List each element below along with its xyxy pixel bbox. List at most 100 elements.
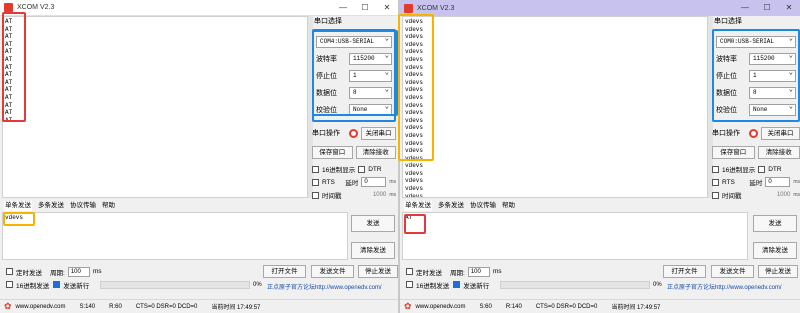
receive-line: vdevs <box>405 33 424 41</box>
rts-checkbox[interactable] <box>712 178 719 186</box>
receive-line: AT <box>5 40 13 48</box>
current-time: 当前时间 17:49:57 <box>611 305 661 311</box>
received-count: R:60 <box>109 303 122 310</box>
sent-count: S:60 <box>479 303 492 310</box>
port-operation-label: 串口操作 <box>312 130 340 137</box>
port-select[interactable]: COM0:USB-SERIAL <box>716 34 796 48</box>
newline-checkbox[interactable] <box>53 281 61 288</box>
tab-protocol[interactable]: 协议传输 <box>470 201 496 211</box>
maximize-icon[interactable]: ☐ <box>756 0 778 16</box>
open-file-button[interactable]: 打开文件 <box>663 265 706 278</box>
delay-input[interactable]: 0 <box>361 177 387 187</box>
hex-display-checkbox[interactable] <box>312 165 319 173</box>
parity-label: 校验位 <box>716 106 737 114</box>
tab-help[interactable]: 帮助 <box>502 201 515 211</box>
send-file-button[interactable]: 发送文件 <box>311 265 354 278</box>
receive-line: vdevs <box>405 147 424 155</box>
send-button[interactable]: 发送 <box>351 215 395 232</box>
dtr-checkbox[interactable] <box>758 165 766 173</box>
period-label: 周期: <box>50 269 65 277</box>
tab-single-send[interactable]: 单条发送 <box>404 201 432 211</box>
data-bits-label: 数据位 <box>716 89 737 97</box>
send-tabs: 单条发送 多条发送 协议传输 帮助 <box>400 201 800 211</box>
app-icon <box>404 3 413 13</box>
period-input[interactable]: 100 <box>67 266 90 277</box>
close-port-button[interactable]: 关闭串口 <box>761 126 800 140</box>
clear-send-button[interactable]: 清除发送 <box>351 242 395 259</box>
data-bits-select[interactable]: 8 <box>749 85 796 99</box>
send-input[interactable]: AT <box>402 212 748 260</box>
timestamp-checkbox[interactable] <box>312 191 319 199</box>
forum-link[interactable]: 正点原子官方论坛http://www.openedv.com/ <box>267 282 382 291</box>
timed-send-checkbox[interactable] <box>406 268 413 275</box>
port-status-icon <box>349 128 358 138</box>
receive-area[interactable]: vdevs vdevs vdevs vdevs vdevs vdevs vdevs vdevs… <box>402 16 708 198</box>
serial-config-group: COM4:USB-SERIAL 波特率 115200 停止位 1 数据位 8 校验位 N… <box>312 29 396 122</box>
rts-checkbox[interactable] <box>312 178 319 186</box>
receive-line: vdevs <box>405 169 424 177</box>
line-status: CTS=0 DSR=0 DCD=0 <box>135 303 198 310</box>
period-input[interactable]: 100 <box>467 266 490 277</box>
minimize-icon[interactable]: — <box>734 0 756 16</box>
send-input[interactable]: vdevs <box>2 212 348 260</box>
maximize-icon[interactable]: ☐ <box>354 0 376 16</box>
stop-bits-label: 停止位 <box>716 72 737 80</box>
hex-display-checkbox[interactable] <box>712 165 719 173</box>
timestamp-unit: ms <box>793 192 800 198</box>
open-file-button[interactable]: 打开文件 <box>263 265 306 278</box>
receive-area[interactable]: AT AT AT AT AT AT AT AT AT AT AT AT AT AT <box>2 16 308 198</box>
save-window-button[interactable]: 保存窗口 <box>712 146 755 159</box>
hex-send-checkbox[interactable] <box>6 281 13 288</box>
close-icon[interactable]: ✕ <box>778 0 800 16</box>
delay-unit: ms <box>389 179 396 185</box>
send-button[interactable]: 发送 <box>753 215 797 232</box>
xcom-window-left: XCOM V2.3 — ☐ ✕ AT AT AT AT AT AT AT AT AT AT AT AT… <box>0 0 398 313</box>
delay-input[interactable]: 0 <box>765 177 791 187</box>
receive-line: vdevs <box>405 18 424 25</box>
clear-receive-button[interactable]: 清除接收 <box>757 146 800 159</box>
stop-bits-select[interactable]: 1 <box>349 68 392 82</box>
send-file-button[interactable]: 发送文件 <box>711 265 754 278</box>
receive-line: vdevs <box>405 55 424 63</box>
receive-line: vdevs <box>405 71 424 79</box>
receive-line: vdevs <box>405 86 424 94</box>
receive-line: vdevs <box>405 63 424 71</box>
close-icon[interactable]: ✕ <box>376 0 398 16</box>
clear-send-button[interactable]: 清除发送 <box>753 242 797 259</box>
parity-select[interactable]: None <box>749 102 796 116</box>
dtr-checkbox[interactable] <box>358 165 366 173</box>
clear-receive-button[interactable]: 清除接收 <box>355 146 396 159</box>
timestamp-value[interactable]: 1000 <box>373 192 386 198</box>
port-select[interactable]: COM4:USB-SERIAL <box>316 34 392 48</box>
gear-icon[interactable]: ✿ <box>404 301 412 312</box>
close-port-button[interactable]: 关闭串口 <box>361 126 396 140</box>
baud-select[interactable]: 115200 <box>349 51 392 65</box>
hex-send-checkbox[interactable] <box>406 281 413 288</box>
title-bar: XCOM V2.3 — ☐ ✕ <box>0 0 398 16</box>
hex-send-label: 16进制发送 <box>416 282 450 290</box>
app-icon <box>4 3 13 12</box>
tab-help[interactable]: 帮助 <box>102 201 115 211</box>
stop-send-button[interactable]: 停止发送 <box>758 265 798 278</box>
timestamp-value[interactable]: 1000 <box>777 192 790 198</box>
save-window-button[interactable]: 保存窗口 <box>312 146 353 159</box>
receive-line: vdevs <box>405 40 424 48</box>
forum-link[interactable]: 正点原子官方论坛http://www.openedv.com/ <box>667 282 782 291</box>
stop-send-button[interactable]: 停止发送 <box>358 265 398 278</box>
period-unit: ms <box>492 268 502 275</box>
timestamp-checkbox[interactable] <box>712 191 719 199</box>
minimize-icon[interactable]: — <box>332 0 354 16</box>
gear-icon[interactable]: ✿ <box>4 301 12 312</box>
tab-single-send[interactable]: 单条发送 <box>4 201 32 211</box>
parity-select[interactable]: None <box>349 102 392 116</box>
port-select-label: 串口选择 <box>314 18 342 25</box>
timed-send-checkbox[interactable] <box>6 268 13 275</box>
tab-multi-send[interactable]: 多条发送 <box>438 201 464 211</box>
data-bits-select[interactable]: 8 <box>349 85 392 99</box>
tab-multi-send[interactable]: 多条发送 <box>38 201 64 211</box>
tab-protocol[interactable]: 协议传输 <box>70 201 96 211</box>
stop-bits-select[interactable]: 1 <box>749 68 796 82</box>
receive-line: vdevs <box>405 101 424 109</box>
newline-checkbox[interactable] <box>453 281 461 288</box>
baud-select[interactable]: 115200 <box>749 51 796 65</box>
